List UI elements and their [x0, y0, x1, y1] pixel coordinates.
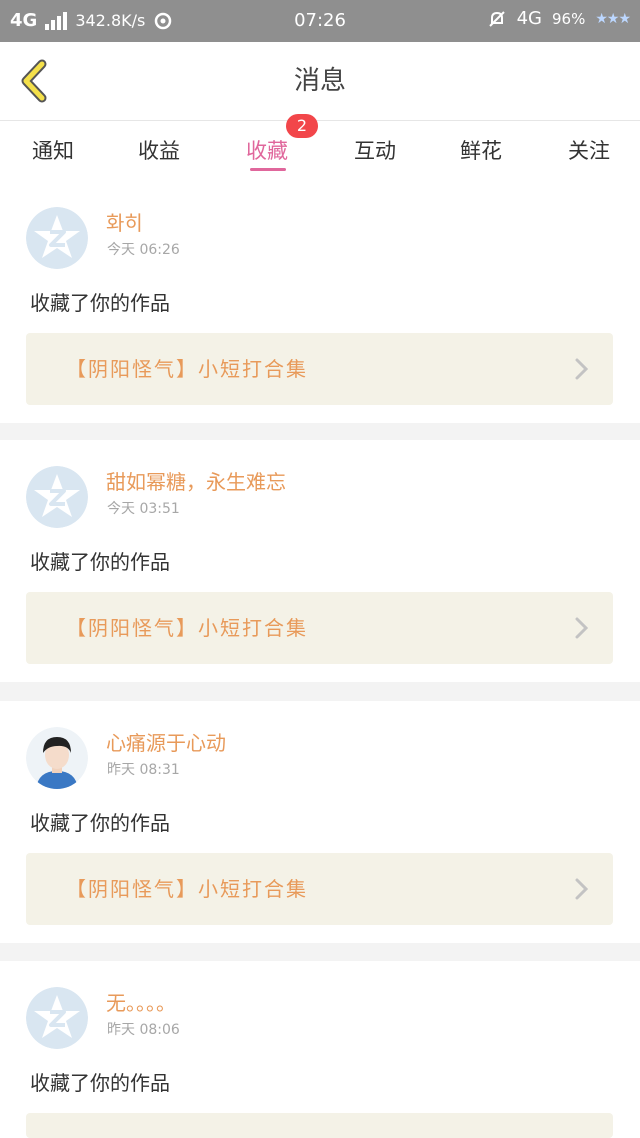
work-title: 【阴阳怪气】小短打合集 — [66, 616, 308, 640]
chevron-left-icon — [21, 59, 47, 103]
timestamp: 昨天 08:06 — [107, 1022, 180, 1038]
work-link[interactable]: 【阴阳怪气】小短打合集 — [26, 592, 613, 664]
user-name[interactable]: 화히 — [106, 207, 143, 236]
avatar[interactable] — [26, 987, 88, 1049]
user-name[interactable]: 心痛源于心动 — [106, 727, 226, 756]
action-text: 收藏了你的作品 — [30, 291, 170, 315]
chevron-right-icon — [575, 878, 589, 900]
tab-bar: 通知 收益 收藏 互动 鲜花 关注 — [0, 121, 640, 181]
work-link[interactable] — [26, 1113, 613, 1138]
work-link[interactable]: 【阴阳怪气】小短打合集 — [26, 333, 613, 405]
timestamp: 今天 06:26 — [107, 242, 180, 258]
user-name[interactable]: 甜如幂糖，永生难忘 — [106, 466, 286, 495]
notification-card: 无。。。。 昨天 08:06 收藏了你的作品 — [0, 961, 640, 1138]
tab-follow[interactable]: 关注 — [544, 129, 634, 173]
back-button[interactable] — [14, 56, 64, 106]
network-type: 4G — [10, 10, 38, 31]
chevron-right-icon — [575, 358, 589, 380]
unread-badge: 2 — [286, 114, 318, 138]
page-title: 消息 — [293, 66, 346, 96]
notification-card: 화히 今天 06:26 收藏了你的作品 【阴阳怪气】小短打合集 — [0, 181, 640, 423]
qzone-star-icon — [26, 987, 88, 1049]
avatar[interactable] — [26, 207, 88, 269]
qzone-star-icon — [26, 466, 88, 528]
battery-level: 96% — [552, 9, 586, 28]
tab-notify[interactable]: 通知 — [8, 129, 98, 173]
action-text: 收藏了你的作品 — [30, 811, 170, 835]
sync-icon — [155, 12, 172, 29]
status-bar: 4G 342.8K/s 07:26 4G 96% ★★★ — [0, 0, 640, 42]
status-right: 4G 96% ★★★ — [487, 8, 631, 29]
user-photo-icon — [26, 727, 88, 789]
user-name[interactable]: 无。。。。 — [106, 987, 176, 1016]
network-type-right: 4G — [516, 8, 542, 29]
header: 消息 — [0, 42, 640, 120]
timestamp: 今天 03:51 — [107, 501, 180, 517]
chevron-right-icon — [575, 617, 589, 639]
qzone-star-icon — [26, 207, 88, 269]
notification-card: 心痛源于心动 昨天 08:31 收藏了你的作品 【阴阳怪气】小短打合集 — [0, 701, 640, 943]
timestamp: 昨天 08:31 — [107, 762, 180, 778]
active-tab-indicator — [250, 168, 286, 171]
tab-earnings[interactable]: 收益 — [114, 129, 204, 173]
stars-icon: ★★★ — [595, 10, 631, 27]
notification-card: 甜如幂糖，永生难忘 今天 03:51 收藏了你的作品 【阴阳怪气】小短打合集 — [0, 440, 640, 682]
status-left: 4G 342.8K/s — [10, 10, 173, 31]
work-link[interactable]: 【阴阳怪气】小短打合集 — [26, 853, 613, 925]
action-text: 收藏了你的作品 — [30, 1071, 170, 1095]
tab-flowers[interactable]: 鲜花 — [436, 129, 526, 173]
avatar[interactable] — [26, 466, 88, 528]
signal-icon — [45, 11, 68, 30]
avatar[interactable] — [26, 727, 88, 789]
mute-icon — [488, 10, 505, 27]
network-speed: 342.8K/s — [75, 11, 146, 30]
work-title: 【阴阳怪气】小短打合集 — [66, 357, 308, 381]
tab-interaction[interactable]: 互动 — [330, 129, 420, 173]
work-title: 【阴阳怪气】小短打合集 — [66, 877, 308, 901]
action-text: 收藏了你的作品 — [30, 550, 170, 574]
